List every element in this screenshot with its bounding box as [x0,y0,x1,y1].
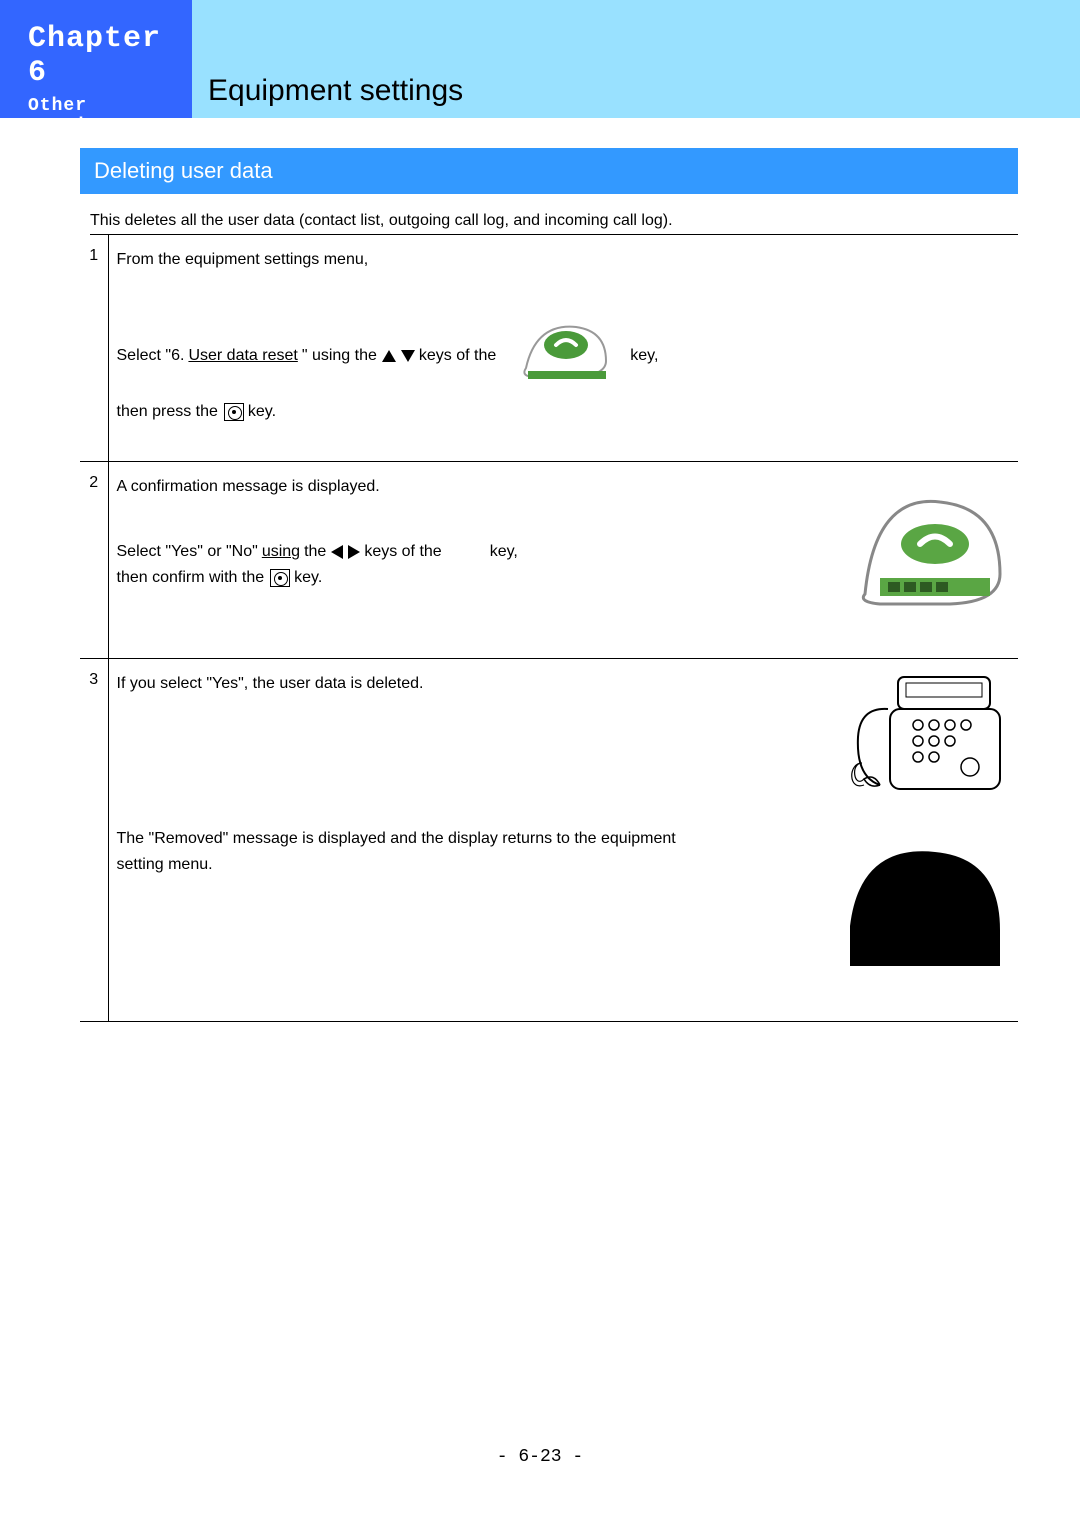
enter-key-icon [224,403,244,421]
text: key, [490,539,518,565]
up-arrow-icon [382,350,396,362]
step-line: Select "Yes" or "No" using the keys of t… [117,539,831,565]
text: Select "6. [117,343,185,369]
text: key, [630,343,658,369]
chapter-box: Chapter 6 Other settings [0,0,192,118]
chapter-number: Chapter 6 [28,22,192,90]
table-row: 2 A confirmation message is displayed. S… [80,461,1018,659]
step-number: 2 [80,461,108,659]
handset-display-icon [850,474,1010,623]
down-arrow-icon [401,350,415,362]
handset-silhouette-icon [840,826,1010,985]
right-arrow-icon [348,545,360,559]
step-line: then press the key. [117,399,1011,425]
text: keys of the [419,343,496,369]
step-number: 3 [80,659,108,1021]
text: the [304,539,326,565]
header-band: Chapter 6 Other settings Equipment setti… [0,0,1080,118]
step-line: then confirm with the key. [117,565,831,591]
step-content: From the equipment settings menu, Select… [108,235,1018,461]
step-number: 1 [80,235,108,461]
intro-text: This deletes all the user data (contact … [90,212,1018,235]
text-underlined: User data reset [188,343,297,369]
handset-icon [506,313,626,400]
step-content: A confirmation message is displayed. Sel… [108,461,1018,659]
text: " using the [302,343,377,369]
section-title: Equipment settings [208,74,463,108]
subheading-bar: Deleting user data [80,148,1018,194]
text: keys of the [364,539,441,565]
text-underlined: using [262,539,300,565]
enter-key-icon [270,569,290,587]
text: then confirm with the [117,565,265,591]
text: Select "Yes" or "No" [117,539,258,565]
table-row: 3 If you select " [80,659,1018,1021]
steps-table: 1 From the equipment settings menu, Sele… [80,235,1018,1022]
text: key. [294,565,322,591]
step-line: Select "6. User data reset " using the k… [117,313,1011,400]
step-content: If you select "Yes", the user data is de… [108,659,1018,1021]
left-arrow-icon [331,545,343,559]
telephone-icon [840,667,1010,816]
step-line: The "Removed" message is displayed and t… [117,826,677,877]
step-line: From the equipment settings menu, [117,247,1011,273]
text: then press the [117,399,218,425]
page-number: - 6-23 - [0,1447,1080,1467]
text: key. [248,399,276,425]
chapter-subtitle: Other settings [28,96,192,136]
table-row: 1 From the equipment settings menu, Sele… [80,235,1018,461]
